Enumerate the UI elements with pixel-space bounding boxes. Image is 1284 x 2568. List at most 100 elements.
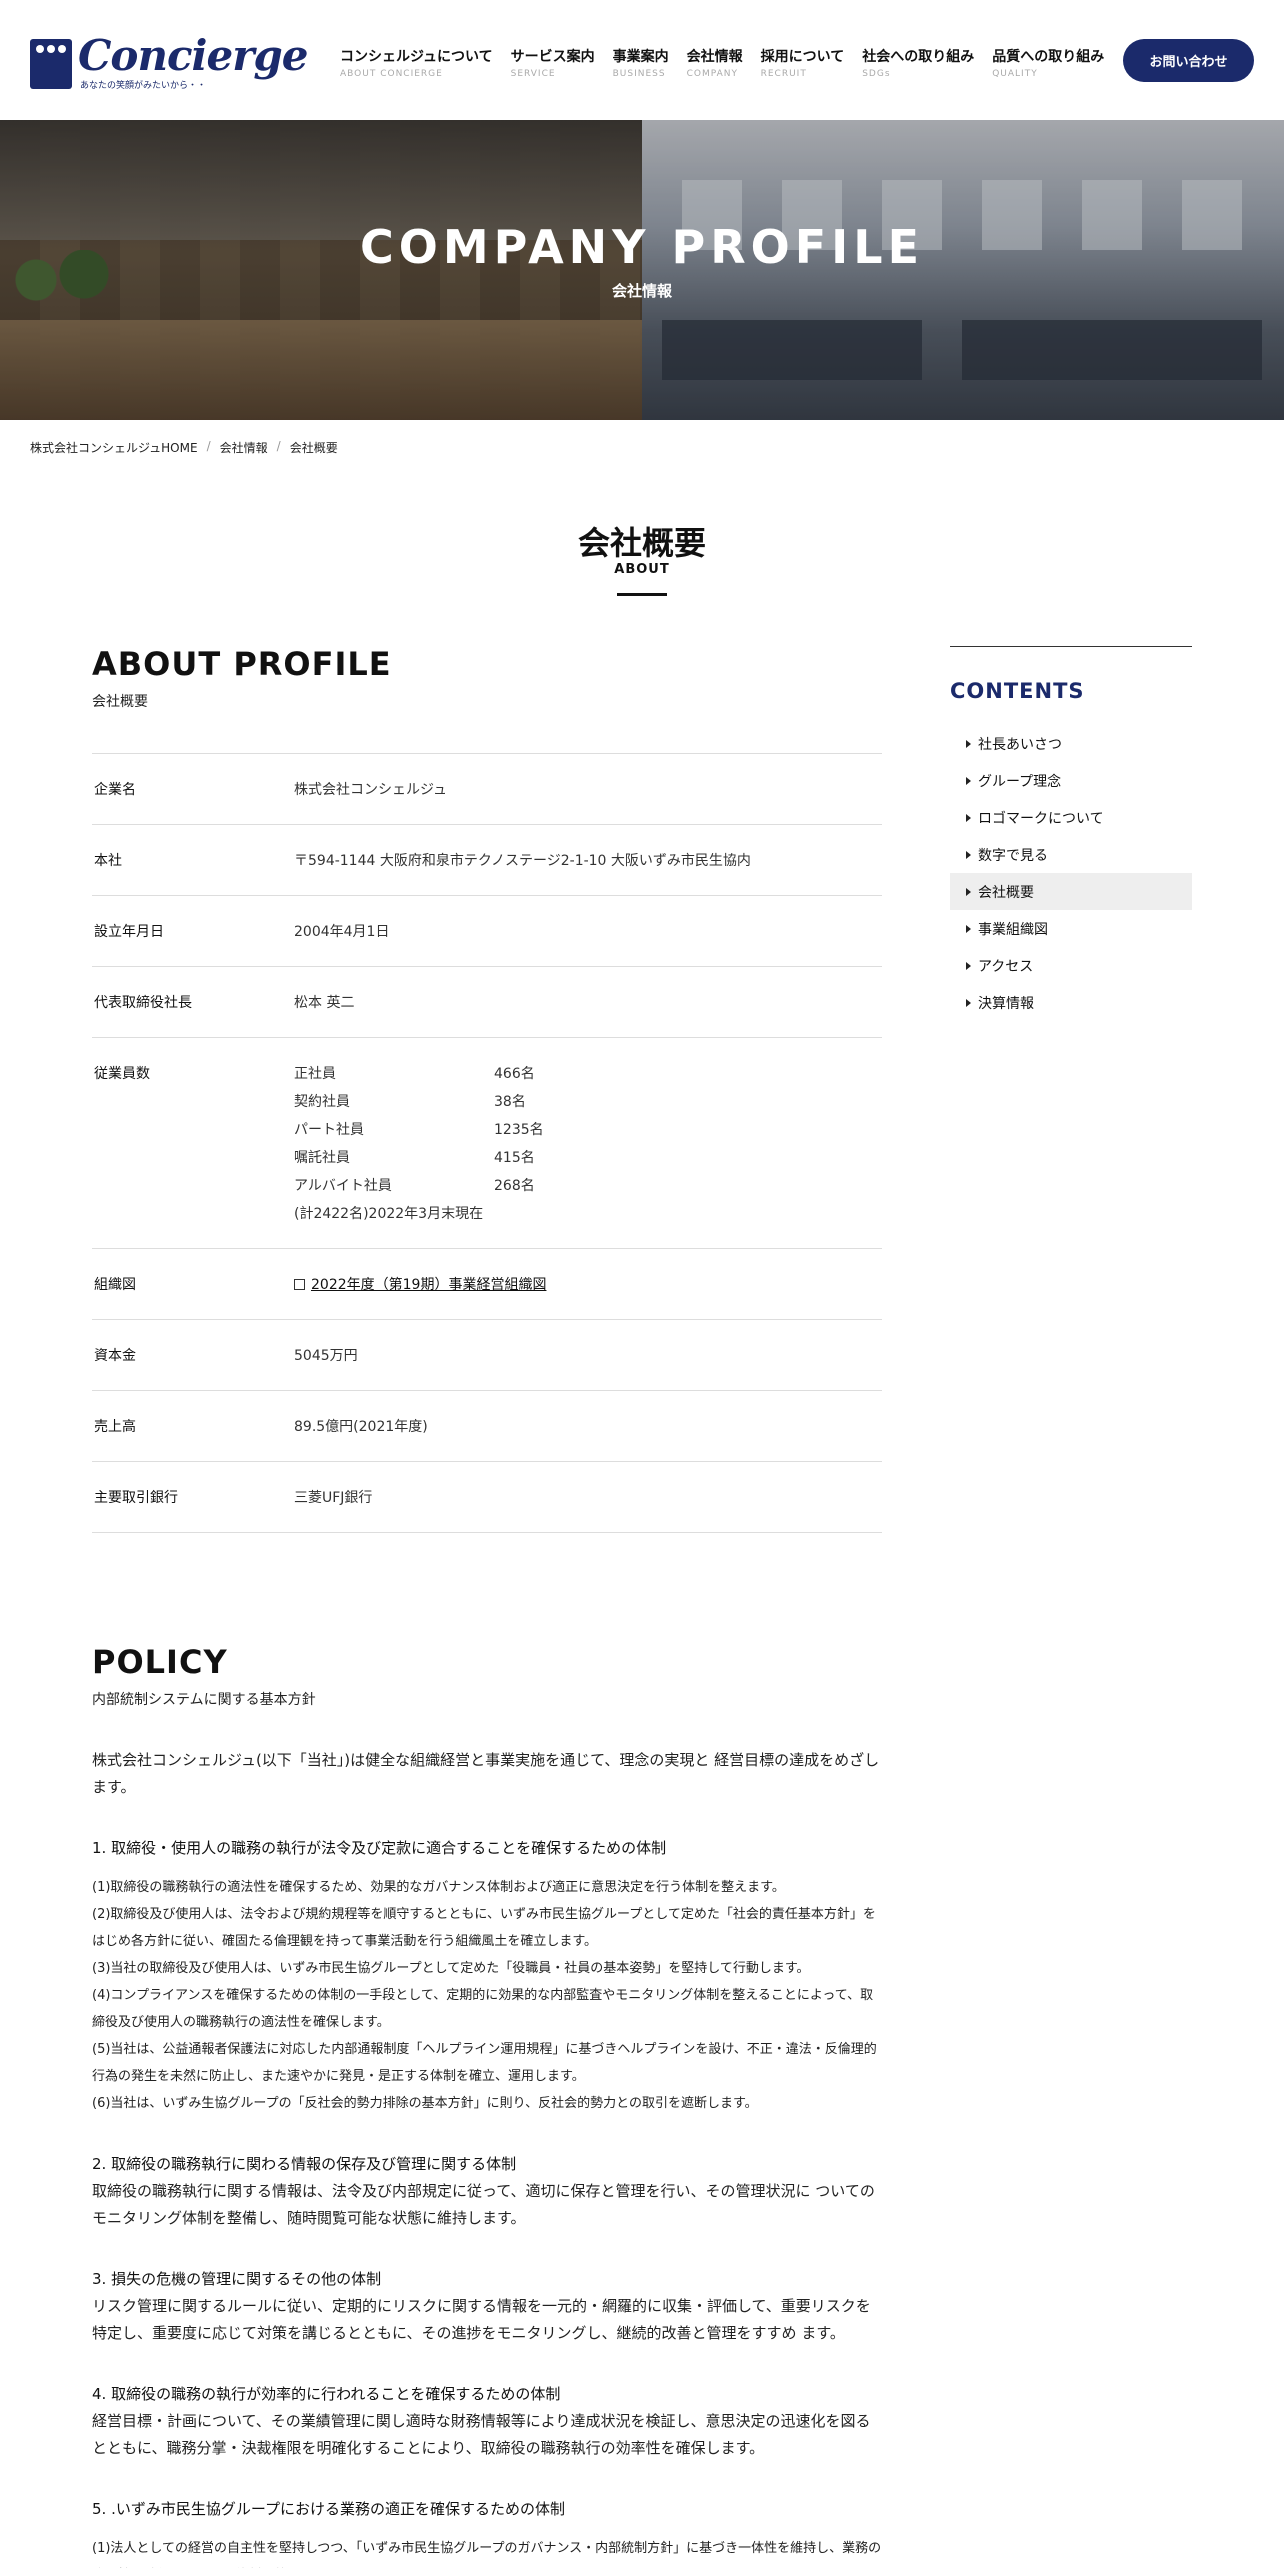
policy-intro: 株式会社コンシェルジュ(以下「当社」)は健全な組織経営と事業実施を通じて、理念の…	[92, 1751, 880, 1796]
logo-wordmark: Concierge	[78, 31, 308, 80]
policy-list: (1)取締役の職務執行の適法性を確保するため、効果的なガバナンス体制および適正に…	[92, 1874, 882, 2117]
profile-subheading: 会社概要	[92, 694, 148, 710]
profile-table: 企業名 株式会社コンシェルジュ 本社 〒594-1144 大阪府和泉市テクノステ…	[92, 753, 882, 1533]
table-row: 設立年月日 2004年4月1日	[92, 896, 882, 967]
breadcrumb-current: 会社概要	[289, 441, 338, 455]
row-value: 〒594-1144 大阪府和泉市テクノステージ2-1-10 大阪いずみ市民生協内	[294, 853, 751, 869]
row-key: 従業員数	[94, 1066, 150, 1082]
sidebar-item-label: 会社概要	[978, 884, 1034, 901]
sidebar-item-financials[interactable]: 決算情報	[950, 984, 1192, 1021]
page-title: 会社概要	[577, 524, 706, 562]
nav-label: コンシェルジュについて	[340, 49, 493, 65]
breadcrumb: 株式会社コンシェルジュHOME / 会社情報 / 会社概要	[30, 439, 338, 456]
site-logo[interactable]: Concierge あなたの笑顔がみたいから・・	[30, 31, 308, 91]
row-value: 松本 英二	[294, 995, 355, 1011]
row-value: 2004年4月1日	[294, 924, 390, 940]
nav-item-service[interactable]: サービス案内 SERVICE	[511, 46, 595, 79]
nav-sublabel: SERVICE	[510, 69, 556, 79]
page-subtitle: ABOUT	[614, 562, 670, 577]
hero-title: COMPANY PROFILE	[359, 220, 925, 274]
nav-item-company[interactable]: 会社情報 COMPANY	[687, 46, 743, 79]
table-row: 企業名 株式会社コンシェルジュ	[92, 754, 882, 825]
employee-count: 1235名	[494, 1122, 544, 1138]
policy-text: 経営目標・計画について、その業績管理に関し適時な財務情報等により達成状況を検証し…	[92, 2412, 871, 2457]
row-key: 組織図	[94, 1277, 136, 1293]
contact-button[interactable]: お問い合わせ	[1123, 39, 1254, 82]
breadcrumb-separator: /	[276, 439, 281, 453]
row-value: 株式会社コンシェルジュ	[294, 782, 448, 798]
employee-type: パート社員	[294, 1122, 364, 1138]
employee-count: 466名	[494, 1066, 535, 1082]
nav-item-about[interactable]: コンシェルジュについて ABOUT CONCIERGE	[340, 46, 493, 79]
sidebar-item-profile[interactable]: 会社概要	[950, 873, 1192, 910]
sidebar-item-logo[interactable]: ロゴマークについて	[950, 799, 1192, 836]
sidebar-item-access[interactable]: アクセス	[950, 947, 1192, 984]
policy-section: POLICY 内部統制システムに関する基本方針 株式会社コンシェルジュ(以下「当…	[92, 1643, 882, 2568]
row-value: 89.5億円(2021年度)	[294, 1419, 428, 1435]
employee-count: 415名	[494, 1150, 535, 1166]
policy-item: (1)法人としての経営の自主性を堅持しつつ、「いずみ市民生協グループのガバナンス…	[92, 2541, 882, 2556]
sidebar-item-greeting[interactable]: 社長あいさつ	[950, 725, 1192, 762]
triangle-right-icon	[966, 850, 971, 859]
table-row: 売上高 89.5億円(2021年度)	[92, 1391, 882, 1462]
sidebar-item-org-chart[interactable]: 事業組織図	[950, 910, 1192, 947]
table-row-org: 組織図 2022年度（第19期）事業経営組織図	[92, 1249, 882, 1320]
breadcrumb-company[interactable]: 会社情報	[220, 439, 268, 456]
nav-label: 会社情報	[686, 49, 743, 65]
hero-banner: COMPANY PROFILE 会社情報	[0, 120, 1284, 420]
employee-count: 268名	[494, 1178, 535, 1194]
triangle-right-icon	[966, 776, 971, 785]
sidebar-item-label: アクセス	[978, 958, 1034, 975]
employee-type: アルバイト社員	[294, 1178, 392, 1194]
employee-count: 38名	[494, 1094, 526, 1110]
nav-label: サービス案内	[510, 49, 595, 65]
nav-item-business[interactable]: 事業案内 BUSINESS	[613, 46, 669, 79]
nav-label: 社会への取り組み	[862, 49, 975, 65]
table-row: 代表取締役社長 松本 英二	[92, 967, 882, 1038]
employee-type: 正社員	[294, 1066, 336, 1082]
policy-section-title: 2. 取締役の職務執行に関わる情報の保存及び管理に関する体制	[92, 2155, 517, 2173]
sidebar-item-philosophy[interactable]: グループ理念	[950, 762, 1192, 799]
row-value: 三菱UFJ銀行	[294, 1490, 373, 1506]
contents-sidebar: CONTENTS 社長あいさつ グループ理念 ロゴマークについて 数字で見る 会…	[950, 646, 1192, 1021]
table-row: 主要取引銀行 三菱UFJ銀行	[92, 1462, 882, 1533]
triangle-right-icon	[966, 887, 971, 896]
row-key: 企業名	[94, 782, 136, 798]
nav-item-recruit[interactable]: 採用について RECRUIT	[761, 46, 845, 79]
employee-type: 契約社員	[294, 1094, 350, 1110]
policy-subheading: 内部統制システムに関する基本方針	[92, 1692, 316, 1708]
sidebar-item-numbers[interactable]: 数字で見る	[950, 836, 1192, 873]
nav-sublabel: BUSINESS	[612, 69, 666, 79]
policy-list: (1)法人としての経営の自主性を堅持しつつ、「いずみ市民生協グループのガバナンス…	[92, 2535, 882, 2568]
triangle-right-icon	[966, 924, 971, 933]
nav-item-sdgs[interactable]: 社会への取り組み SDGs	[862, 46, 974, 79]
breadcrumb-home[interactable]: 株式会社コンシェルジュHOME	[30, 439, 198, 456]
row-key: 設立年月日	[94, 924, 164, 940]
sidebar-item-label: グループ理念	[978, 773, 1062, 790]
nav-label: 品質への取り組み	[992, 49, 1105, 65]
sidebar-item-label: 事業組織図	[978, 921, 1048, 938]
row-key: 売上高	[94, 1419, 136, 1435]
nav-item-quality[interactable]: 品質への取り組み QUALITY	[992, 46, 1104, 79]
sidebar-item-label: ロゴマークについて	[978, 810, 1104, 827]
policy-item: (6)当社は、いずみ生協グループの「反社会的勢力排除の基本方針」に則り、反社会的…	[92, 2096, 758, 2111]
triangle-right-icon	[966, 961, 971, 970]
row-key: 本社	[94, 853, 122, 869]
row-key: 資本金	[94, 1348, 136, 1364]
triangle-right-icon	[966, 739, 971, 748]
policy-text: リスク管理に関するルールに従い、定期的にリスクに関する情報を一元的・網羅的に収集…	[92, 2297, 871, 2342]
breadcrumb-separator: /	[206, 439, 211, 453]
sidebar-title: CONTENTS	[950, 679, 1085, 703]
row-value: 5045万円	[294, 1348, 358, 1364]
nav-sublabel: QUALITY	[992, 69, 1038, 79]
sidebar-item-label: 社長あいさつ	[978, 736, 1062, 753]
nav-sublabel: COMPANY	[686, 69, 738, 79]
policy-item: (3)当社の取締役及び使用人は、いずみ市民生協グループとして定めた「役職員・社員…	[92, 1961, 810, 1976]
site-header: Concierge あなたの笑顔がみたいから・・ コンシェルジュについて ABO…	[0, 0, 1284, 120]
sidebar-divider	[950, 646, 1192, 647]
policy-item: (4)コンプライアンスを確保するための体制の一手段として、定期的に効果的な内部監…	[92, 1988, 874, 2030]
nav-label: 事業案内	[612, 49, 669, 65]
org-chart-link[interactable]: 2022年度（第19期）事業経営組織図	[311, 1277, 546, 1293]
title-underline	[617, 593, 667, 596]
policy-section-title: 3. 損失の危機の管理に関するその他の体制	[92, 2270, 382, 2288]
